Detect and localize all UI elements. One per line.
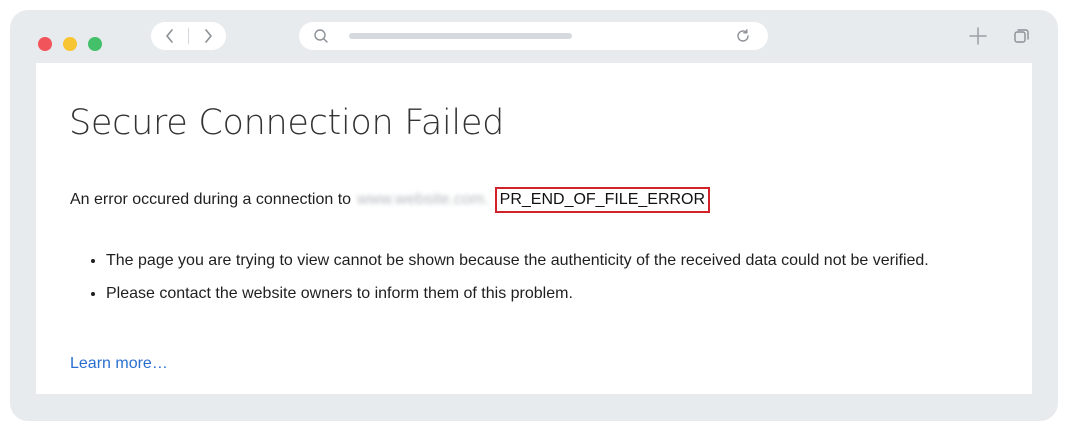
back-button[interactable] (151, 22, 188, 50)
error-code-highlight: PR_END_OF_FILE_ERROR (494, 187, 711, 213)
explanation-list: The page you are trying to view cannot b… (88, 249, 1036, 315)
list-item: The page you are trying to view cannot b… (106, 249, 1036, 272)
zoom-window-button[interactable] (88, 37, 102, 51)
error-message: An error occured during a connection to … (70, 187, 711, 213)
browser-window: Secure Connection Failed An error occure… (10, 10, 1058, 421)
page-content: Secure Connection Failed An error occure… (36, 63, 1032, 394)
address-bar[interactable] (299, 22, 768, 50)
search-icon (314, 29, 328, 43)
minimize-window-button[interactable] (63, 37, 77, 51)
error-prefix-text: An error occured during a connection to (70, 191, 352, 208)
learn-more-link[interactable]: Learn more… (70, 355, 168, 373)
chevron-left-icon (165, 29, 173, 43)
tabs-overview-icon[interactable] (1013, 27, 1031, 45)
reload-icon[interactable] (735, 28, 751, 44)
navigation-buttons (151, 22, 226, 50)
plus-icon[interactable] (968, 26, 988, 46)
page-title: Secure Connection Failed (69, 103, 504, 143)
forward-button[interactable] (189, 22, 226, 50)
chevron-right-icon (204, 29, 212, 43)
url-placeholder-bar (349, 33, 572, 39)
list-item: Please contact the website owners to inf… (106, 282, 1036, 305)
close-window-button[interactable] (38, 37, 52, 51)
blurred-host-text: www.website.com. (357, 191, 489, 208)
